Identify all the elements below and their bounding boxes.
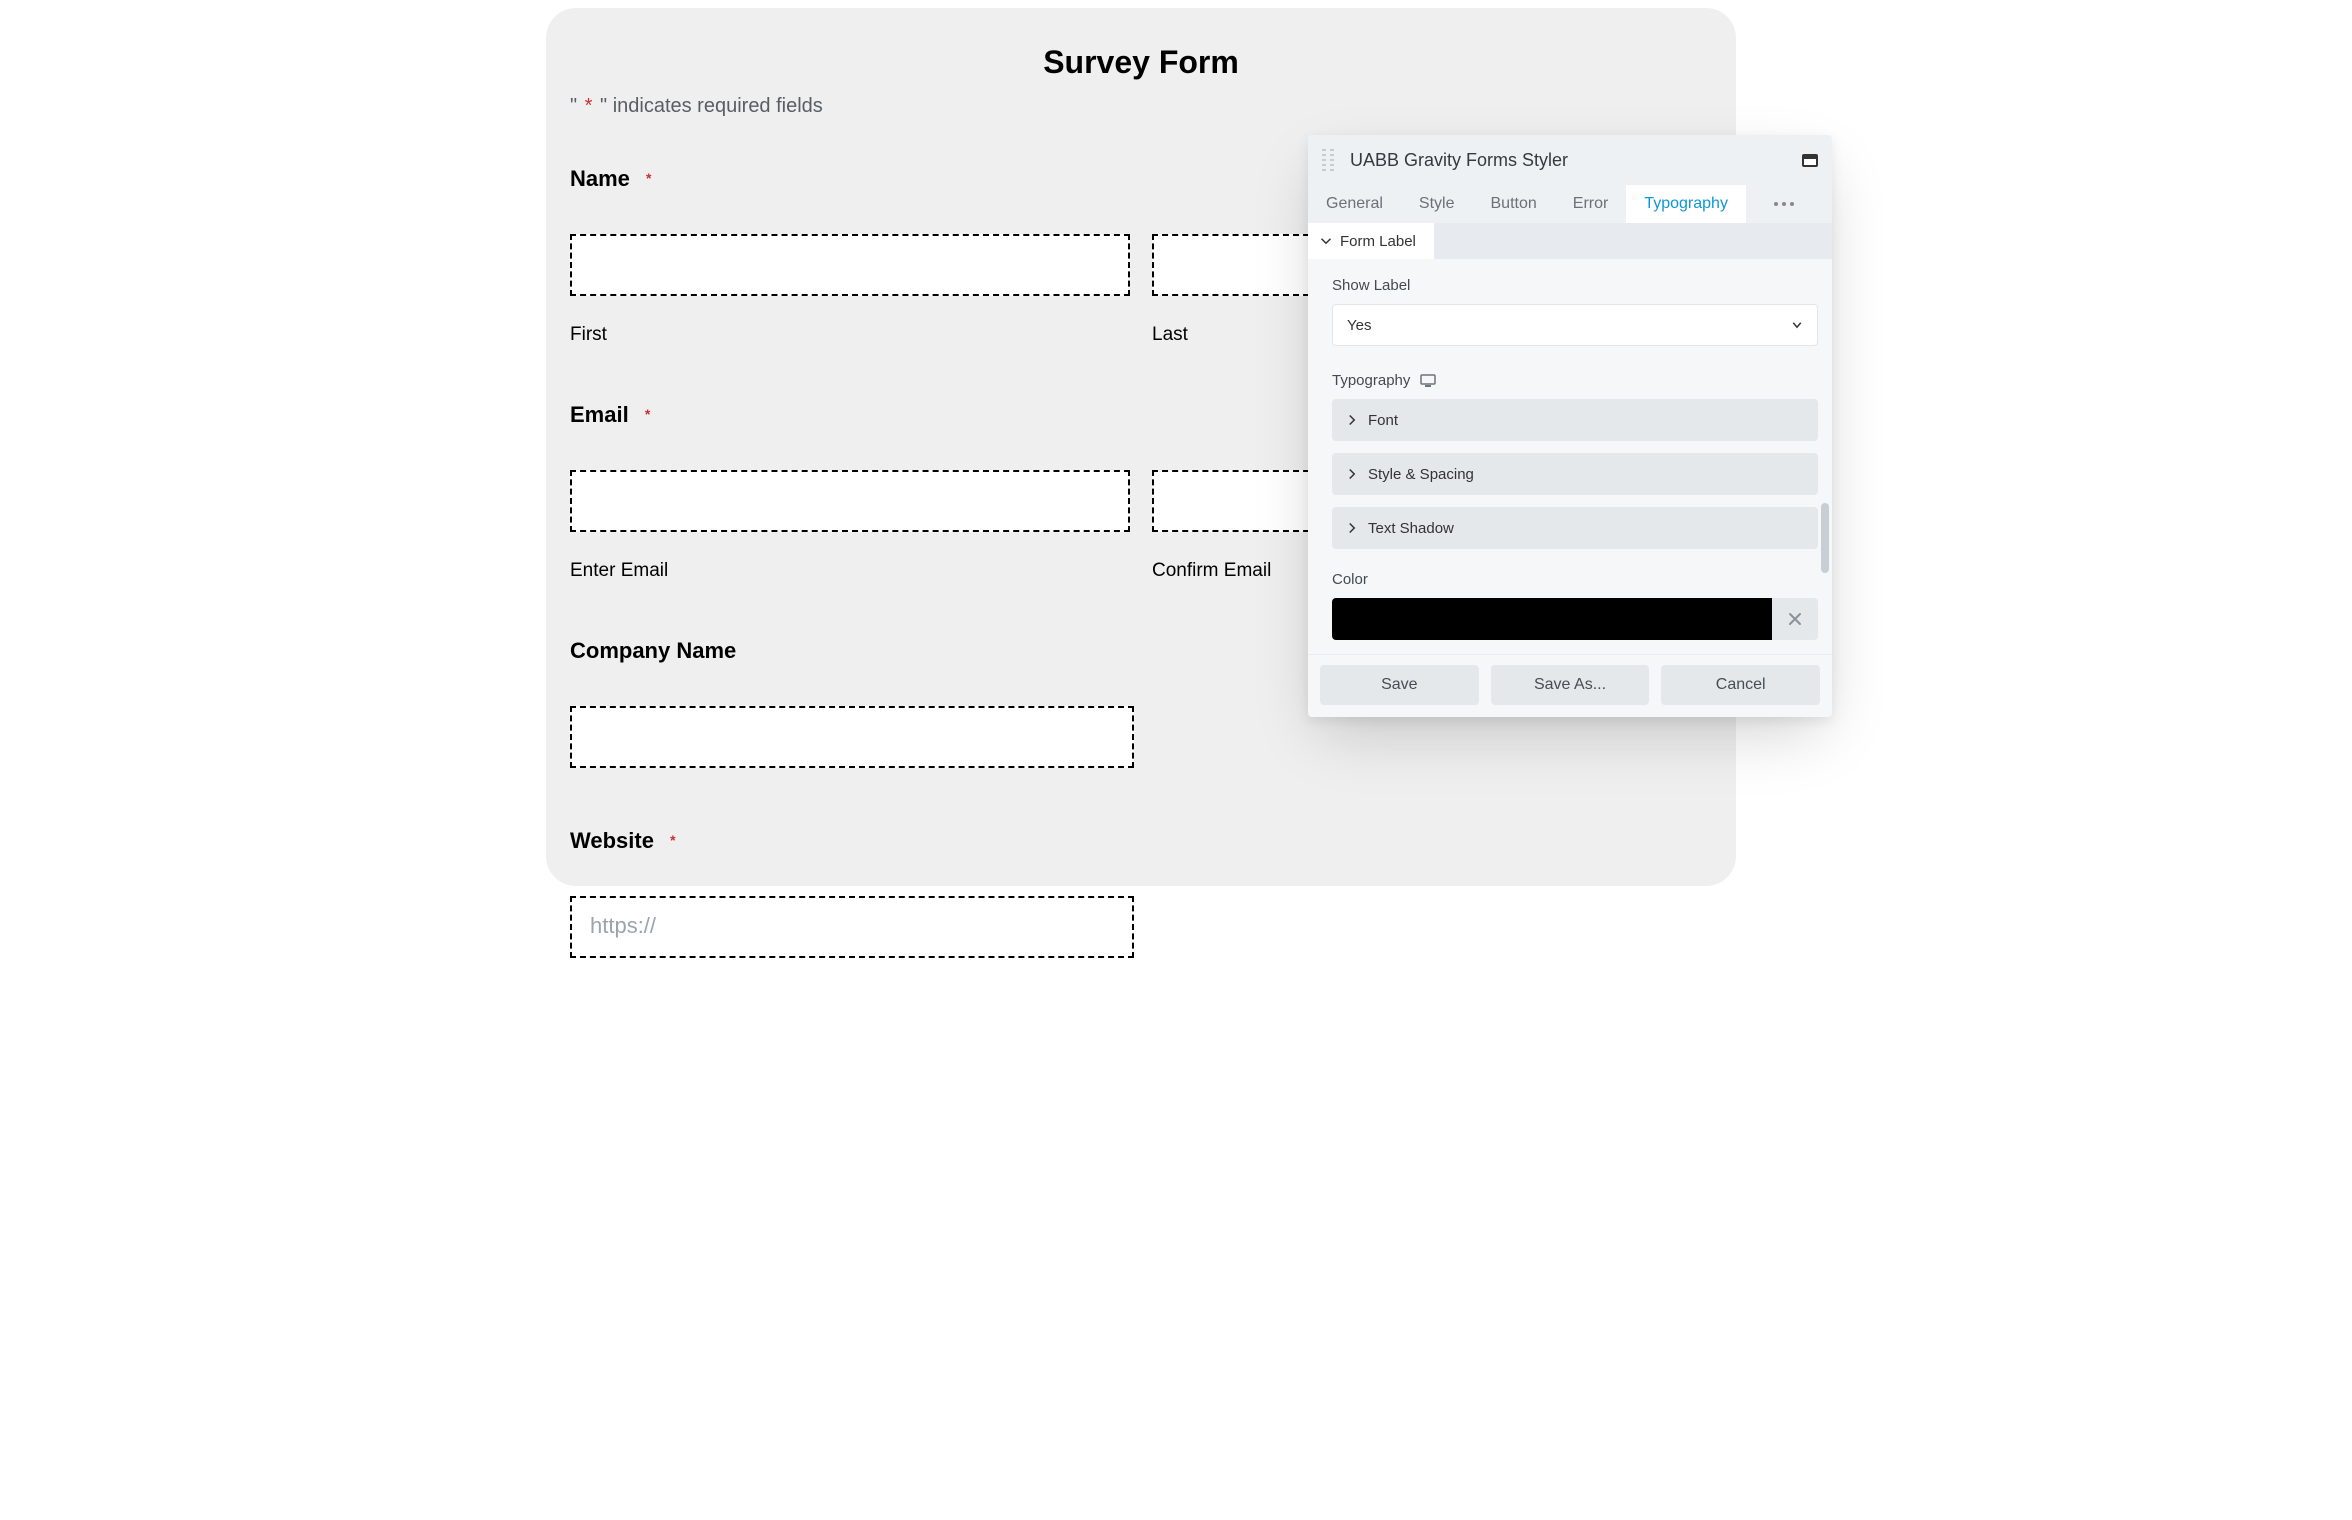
close-icon (1788, 612, 1802, 626)
section-form-label[interactable]: Form Label (1308, 223, 1434, 259)
tab-style[interactable]: Style (1401, 185, 1473, 223)
show-label-value: Yes (1347, 317, 1371, 334)
section-tabs-row: Form Label (1308, 223, 1832, 259)
note-text: " indicates required fields (600, 95, 823, 117)
color-label: Color (1332, 571, 1818, 588)
note-quote-open: " (570, 95, 577, 117)
save-button[interactable]: Save (1320, 665, 1479, 705)
panel-scrollbar[interactable] (1821, 503, 1829, 573)
chevron-right-icon (1346, 522, 1358, 534)
name-label-text: Name (570, 166, 630, 191)
typography-label: Typography (1332, 372, 1818, 389)
section-form-label-text: Form Label (1340, 233, 1416, 250)
color-swatch[interactable] (1332, 598, 1772, 640)
color-control (1332, 598, 1818, 640)
accordion-text-shadow[interactable]: Text Shadow (1332, 507, 1818, 549)
tab-typography[interactable]: Typography (1626, 185, 1746, 223)
tab-error[interactable]: Error (1555, 185, 1627, 223)
accordion-style-spacing[interactable]: Style & Spacing (1332, 453, 1818, 495)
responsive-desktop-icon[interactable] (1420, 374, 1436, 388)
show-label-select[interactable]: Yes (1332, 304, 1818, 346)
required-fields-note: " * " indicates required fields (546, 81, 1736, 118)
enter-email-input[interactable] (570, 470, 1130, 532)
cancel-button[interactable]: Cancel (1661, 665, 1820, 705)
tab-general[interactable]: General (1308, 185, 1401, 223)
first-name-sublabel: First (570, 324, 1130, 346)
website-input[interactable] (570, 896, 1134, 958)
panel-header[interactable]: UABB Gravity Forms Styler (1308, 135, 1832, 185)
required-asterisk-icon: * (583, 95, 595, 117)
save-as-button[interactable]: Save As... (1491, 665, 1650, 705)
chevron-right-icon (1346, 414, 1358, 426)
window-icon[interactable] (1802, 154, 1818, 167)
company-name-input[interactable] (570, 706, 1134, 768)
company-label-text: Company Name (570, 638, 736, 663)
panel-tabs: General Style Button Error Typography (1308, 185, 1832, 223)
enter-email-sublabel: Enter Email (570, 560, 1130, 582)
color-clear-button[interactable] (1772, 598, 1818, 640)
first-name-input[interactable] (570, 234, 1130, 296)
accordion-font[interactable]: Font (1332, 399, 1818, 441)
chevron-right-icon (1346, 468, 1358, 480)
accordion-font-label: Font (1368, 412, 1398, 429)
panel-title: UABB Gravity Forms Styler (1350, 150, 1568, 171)
form-title: Survey Form (546, 8, 1736, 81)
required-asterisk-icon: * (646, 170, 651, 186)
website-label-text: Website (570, 828, 654, 853)
panel-footer: Save Save As... Cancel (1308, 654, 1832, 717)
drag-handle-icon[interactable] (1322, 145, 1338, 175)
accordion-style-spacing-label: Style & Spacing (1368, 466, 1474, 483)
required-asterisk-icon: * (670, 832, 675, 848)
typography-label-text: Typography (1332, 372, 1410, 389)
required-asterisk-icon: * (645, 406, 650, 422)
tab-button[interactable]: Button (1473, 185, 1555, 223)
email-label-text: Email (570, 402, 629, 427)
website-label: Website * (570, 828, 1712, 854)
tab-more-button[interactable] (1746, 185, 1822, 223)
chevron-down-icon (1320, 235, 1332, 247)
styler-panel: UABB Gravity Forms Styler General Style … (1308, 135, 1832, 717)
chevron-down-icon (1791, 319, 1803, 331)
show-label-label: Show Label (1332, 277, 1818, 294)
panel-body: Show Label Yes Typography (1308, 259, 1832, 654)
accordion-text-shadow-label: Text Shadow (1368, 520, 1454, 537)
